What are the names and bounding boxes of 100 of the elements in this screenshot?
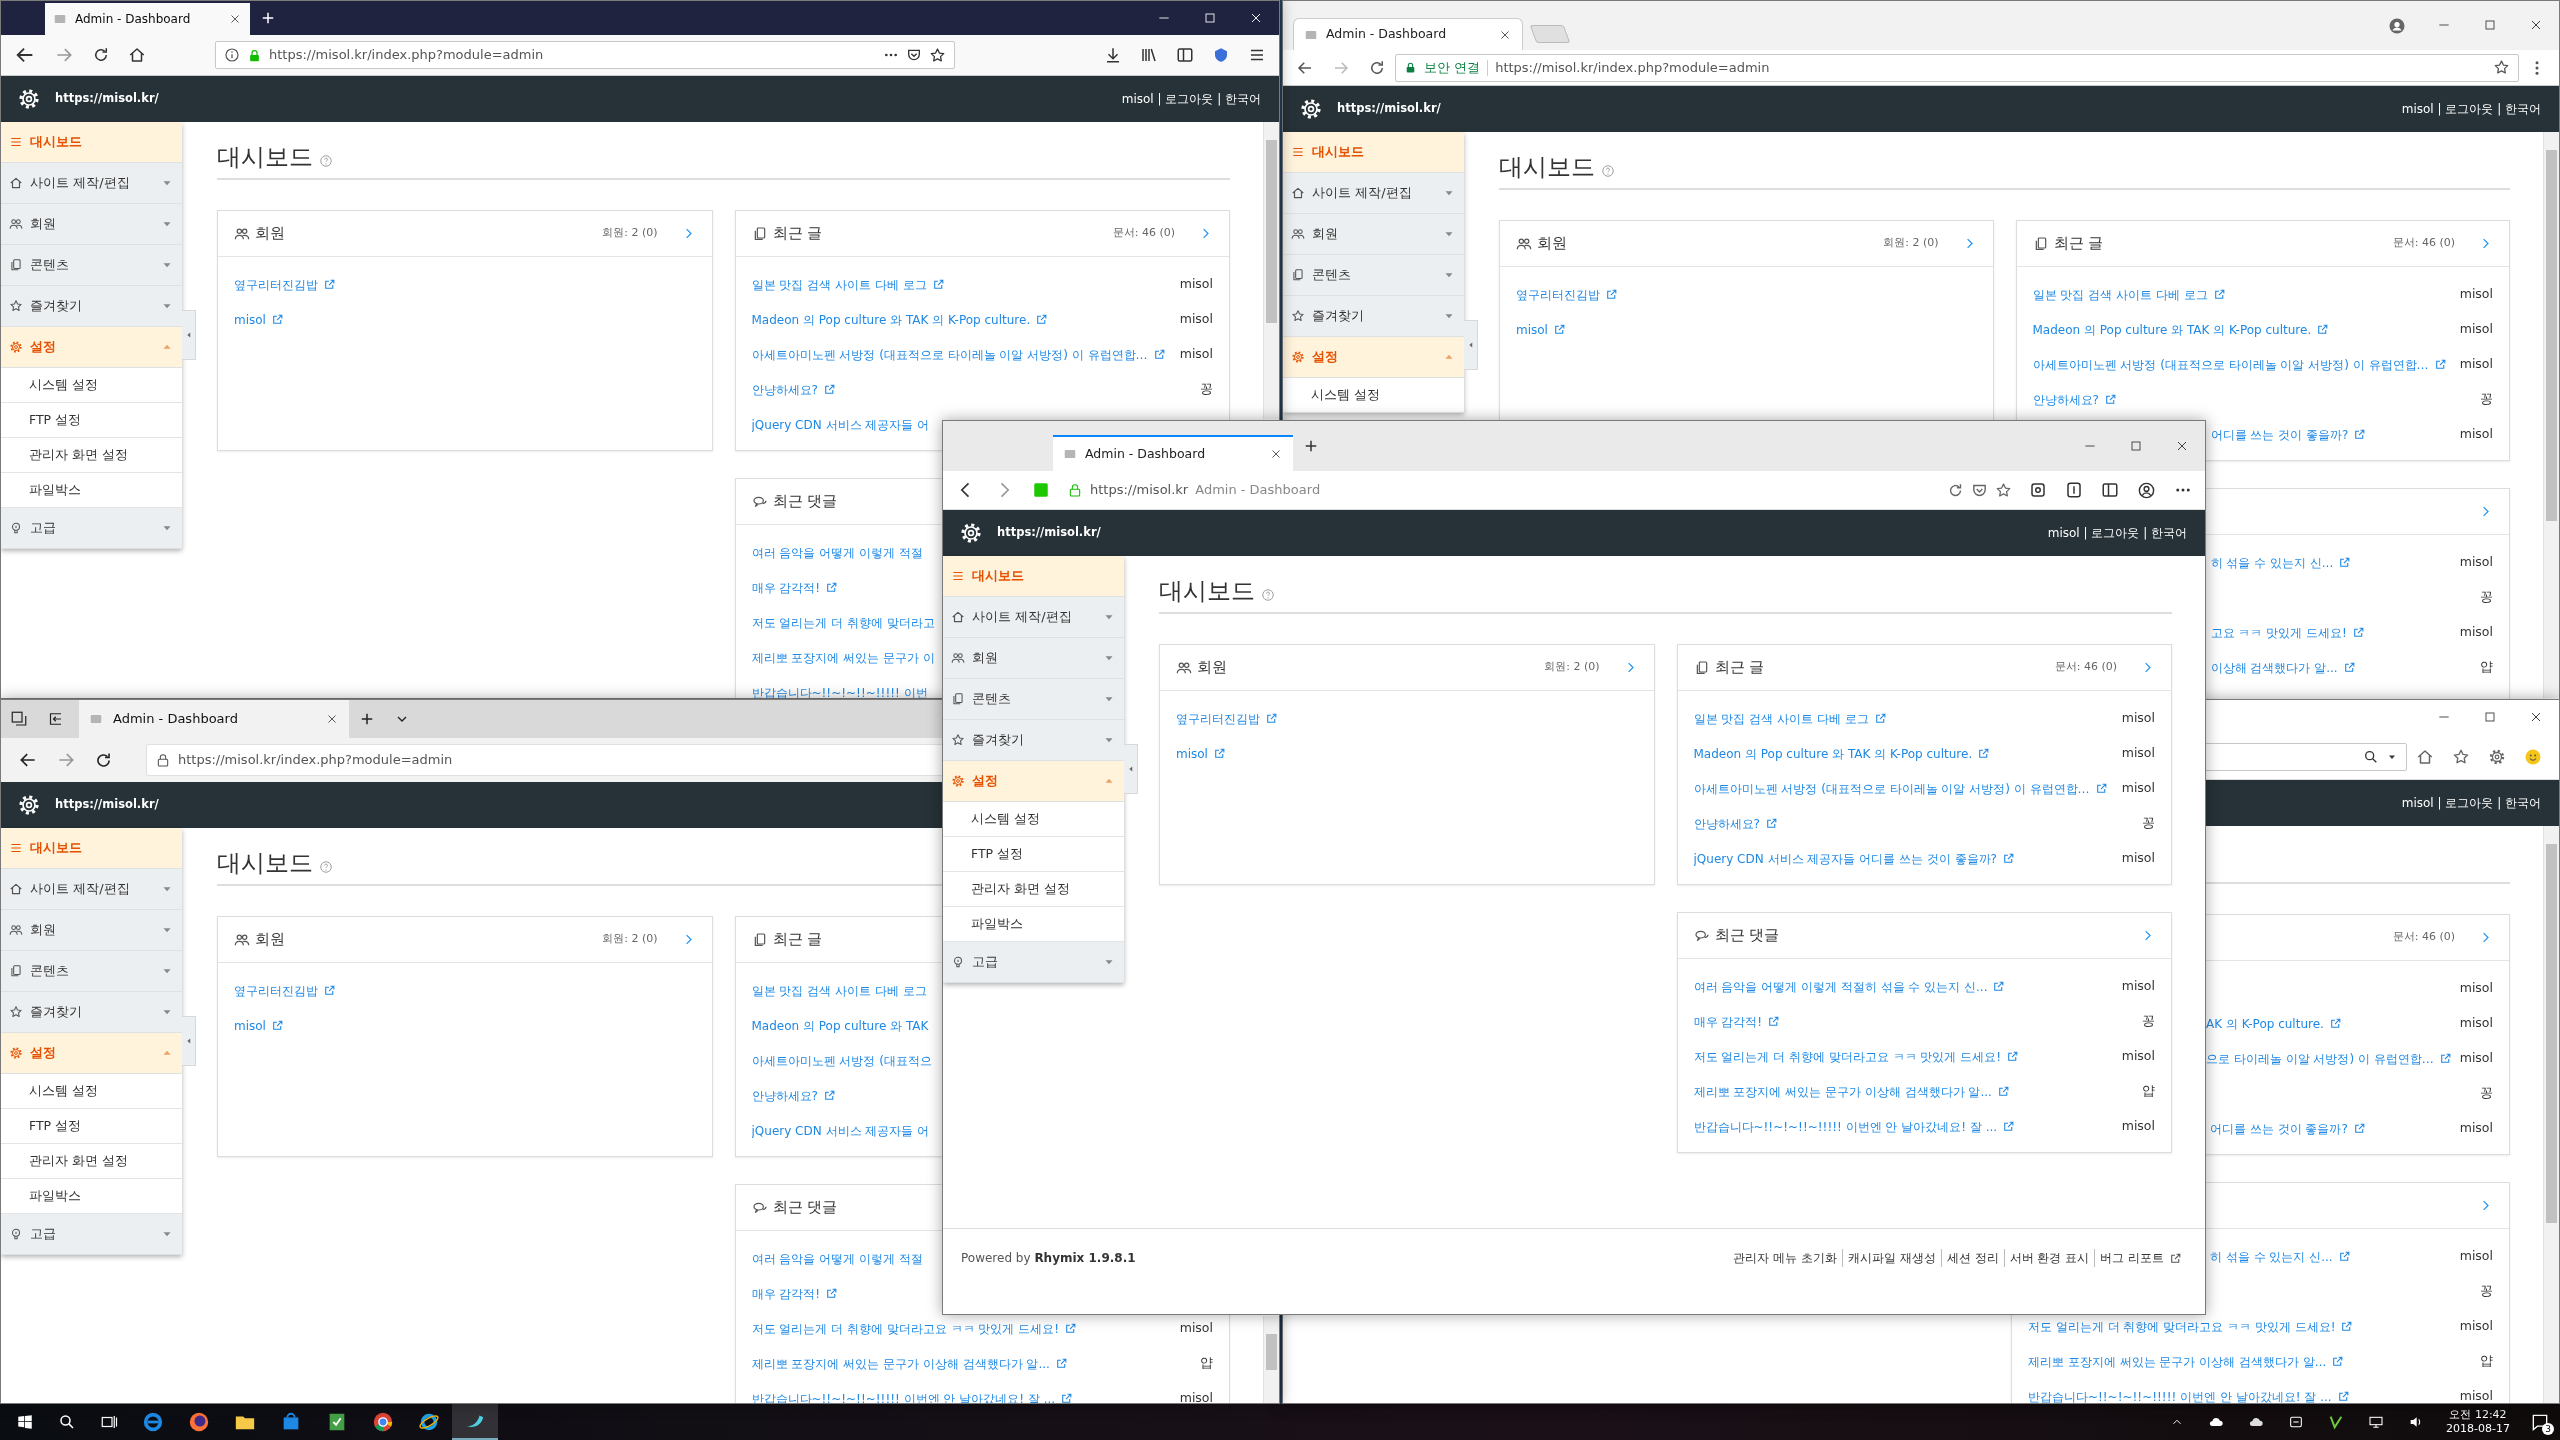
footer-link[interactable]: 세션 정리 (1940, 1249, 2004, 1267)
comment-link[interactable]: 매우 감각적! (751, 578, 839, 597)
sidebar-item[interactable]: 콘텐츠 (1, 245, 182, 286)
post-link[interactable]: Madeon 의 Pop culture 와 TAK 의 K-Pop culture. (1693, 744, 1991, 763)
footer-link[interactable]: 서버 환경 표시 (2003, 1249, 2095, 1267)
member-link[interactable]: misol (1176, 744, 1226, 763)
star-icon[interactable] (929, 46, 946, 64)
sidebar-item[interactable]: 설정 (943, 761, 1124, 802)
reload-icon[interactable] (94, 750, 113, 770)
reload-icon[interactable] (1368, 58, 1386, 77)
comment-link[interactable]: 제리뽀 포장지에 써있는 문구가 이상해 검색했다가 알... (751, 1354, 1068, 1373)
sidebar-item[interactable]: 고급 (1, 508, 182, 549)
user-icon[interactable] (2388, 16, 2406, 35)
sidebar-item[interactable]: 사이트 제작/편집 (943, 597, 1124, 638)
comment-link[interactable]: 반갑습니다~!!~!~!!~!!!!! 이번엔 안 날아갔네요! 잘 ... (1693, 1117, 2016, 1136)
site-url-link[interactable]: https://misol.kr/ (1337, 100, 1441, 118)
search-icon[interactable] (2363, 748, 2379, 765)
comment-link[interactable]: 제리뽀 포장지에 써있는 문구가 이상해 검색했다가 알... (1693, 1082, 2010, 1101)
shield-icon[interactable] (1212, 46, 1230, 64)
sidebar-item[interactable]: 대시보드 (1, 122, 182, 163)
post-link[interactable]: Madeon 의 Pop culture 와 TAK (751, 1016, 929, 1035)
star-icon[interactable] (2493, 59, 2510, 76)
comment-link[interactable]: 매우 감각적! (751, 1284, 839, 1303)
reload-icon[interactable] (92, 46, 110, 64)
post-link[interactable]: 아세트아미노펜 서방정 (대표적으 (751, 1051, 932, 1070)
gear-icon[interactable] (959, 521, 983, 545)
member-link[interactable]: 옆구리터진김밥 (234, 275, 336, 294)
sidebar-subitem[interactable]: 관리자 화면 설정 (1, 438, 182, 473)
post-link[interactable]: 아세트아미노펜 서방정 (대표적으로 타이레놀 이알 서방정) 이 유럽연합… (751, 345, 1166, 364)
sidebar-subitem[interactable]: 시스템 설정 (943, 802, 1124, 837)
sidebar-subitem[interactable]: 파일박스 (1, 473, 182, 508)
sidebar-subitem[interactable]: 시스템 설정 (1, 368, 182, 403)
gear-icon[interactable] (1299, 97, 1323, 121)
sidebar-subitem[interactable]: 관리자 화면 설정 (943, 872, 1124, 907)
post-link[interactable]: jQuery CDN 서비스 제공자들 어 (751, 1121, 930, 1140)
post-link[interactable]: 일본 맛집 검색 사이트 다베 로그 (751, 981, 927, 1000)
sidebar-subitem[interactable]: 시스템 설정 (1283, 378, 1464, 413)
screenshot-icon[interactable] (2029, 481, 2047, 499)
sidebar-subitem[interactable]: 시스템 설정 (1, 1074, 182, 1109)
download-icon[interactable] (1104, 46, 1122, 64)
user-menu[interactable]: misol | 로그아웃 | 한국어 (2401, 794, 2541, 812)
post-link[interactable]: 으로 타이레놀 이알 서방정) 이 유럽연합… (2205, 1049, 2452, 1068)
browser-tab[interactable]: Admin - Dashboard (1053, 435, 1293, 471)
home-icon[interactable] (2416, 747, 2434, 766)
gear-icon[interactable] (17, 87, 41, 111)
sidebar-item[interactable]: 즐겨찾기 (1, 992, 182, 1033)
post-link[interactable]: 일본 맛집 검색 사이트 다베 로그 (1693, 709, 1887, 728)
sidebar-item[interactable]: 사이트 제작/편집 (1283, 173, 1464, 214)
sidebar-subitem[interactable]: 관리자 화면 설정 (1, 1144, 182, 1179)
sidebar-subitem[interactable]: FTP 설정 (1, 1109, 182, 1144)
scrollbar[interactable] (1263, 122, 1279, 419)
reader-icon[interactable] (2065, 481, 2083, 499)
sidebar-item[interactable]: 즐겨찾기 (1, 286, 182, 327)
footer-link[interactable]: 캐시파일 재생성 (1841, 1249, 1941, 1267)
post-link[interactable]: 아세트아미노펜 서방정 (대표적으로 타이레놀 이알 서방정) 이 유럽연합… (1693, 779, 2108, 798)
member-link[interactable]: 옆구리터진김밥 (234, 981, 336, 1000)
comment-link[interactable]: 여러 음악을 어떻게 이렇게 적절 (751, 1249, 923, 1268)
post-link[interactable]: jQuery CDN 서비스 제공자들 어디를 쓰는 것이 좋을까? (1693, 849, 2015, 868)
post-link[interactable]: 일본 맛집 검색 사이트 다베 로그 (2032, 285, 2226, 304)
library-icon[interactable] (1140, 46, 1158, 64)
comment-link[interactable]: 저도 얼리는게 더 취향에 맞더라고요 ㅋㅋ 맛있게 드세요! (2027, 1317, 2354, 1336)
sidebar-item[interactable]: 즐겨찾기 (943, 720, 1124, 761)
sidebar-subitem[interactable]: FTP 설정 (943, 837, 1124, 872)
sidebar-item[interactable]: 회원 (1283, 214, 1464, 255)
sidebar-item[interactable]: 대시보드 (1283, 132, 1464, 173)
comment-link[interactable]: 저도 얼리는게 더 취향에 맞더라고요 ㅋㅋ 맛있게 드세요! (1693, 1047, 2019, 1066)
browser-tab[interactable]: Admin - Dashboard (45, 3, 250, 35)
notification-icon[interactable] (2530, 1412, 2550, 1432)
post-link[interactable]: AK 의 K-Pop culture. (2205, 1014, 2342, 1033)
browser-icon[interactable] (188, 1411, 210, 1433)
sidebar-item[interactable]: 콘텐츠 (943, 679, 1124, 720)
comment-link[interactable]: 히 섞을 수 있는지 신... (2209, 1247, 2351, 1266)
post-link[interactable]: 안냥하세요? (2032, 390, 2117, 409)
home-icon[interactable] (128, 46, 146, 64)
member-link[interactable]: misol (234, 1016, 284, 1035)
member-link[interactable]: misol (234, 310, 284, 329)
site-url-link[interactable]: https://misol.kr/ (55, 796, 159, 814)
sidebar-item[interactable]: 설정 (1283, 337, 1464, 378)
search-icon[interactable] (58, 1413, 76, 1431)
scrollbar[interactable] (2543, 132, 2559, 698)
gear-icon[interactable] (17, 793, 41, 817)
sidebar-item[interactable]: 대시보드 (943, 556, 1124, 597)
address-bar[interactable]: https://misol.kr/index.php?module=admin (215, 41, 955, 69)
post-link[interactable]: 안냥하세요? (1693, 814, 1778, 833)
sidebar-item[interactable]: 회원 (1, 910, 182, 951)
post-link[interactable]: 어디를 쓰는 것이 좋을까? (2209, 1119, 2366, 1138)
star-icon[interactable] (2452, 747, 2470, 766)
user-menu[interactable]: misol | 로그아웃 | 한국어 (2047, 524, 2187, 542)
comment-link[interactable]: 여러 음악을 어떻게 이렇게 적절히 섞을 수 있는지 신... (1693, 977, 2006, 996)
collapse-handle[interactable] (182, 310, 196, 360)
post-link[interactable]: 일본 맛집 검색 사이트 다베 로그 (751, 275, 945, 294)
post-link[interactable]: Madeon 의 Pop culture 와 TAK 의 K-Pop culture. (751, 310, 1049, 329)
user-menu[interactable]: misol | 로그아웃 | 한국어 (2401, 100, 2541, 118)
address-bar[interactable]: 보안 연결 https://misol.kr/index.php?module=admin (1395, 53, 2519, 82)
sidebar-item[interactable]: 회원 (943, 638, 1124, 679)
collapse-handle[interactable] (182, 1016, 196, 1066)
comment-link[interactable]: 저도 얼리는게 더 취향에 맞더라고 (751, 613, 935, 632)
star-icon[interactable] (1995, 481, 2012, 499)
scrollbar[interactable] (1263, 1316, 1279, 1403)
comment-link[interactable]: 히 섞을 수 있는지 신... (2210, 553, 2352, 572)
